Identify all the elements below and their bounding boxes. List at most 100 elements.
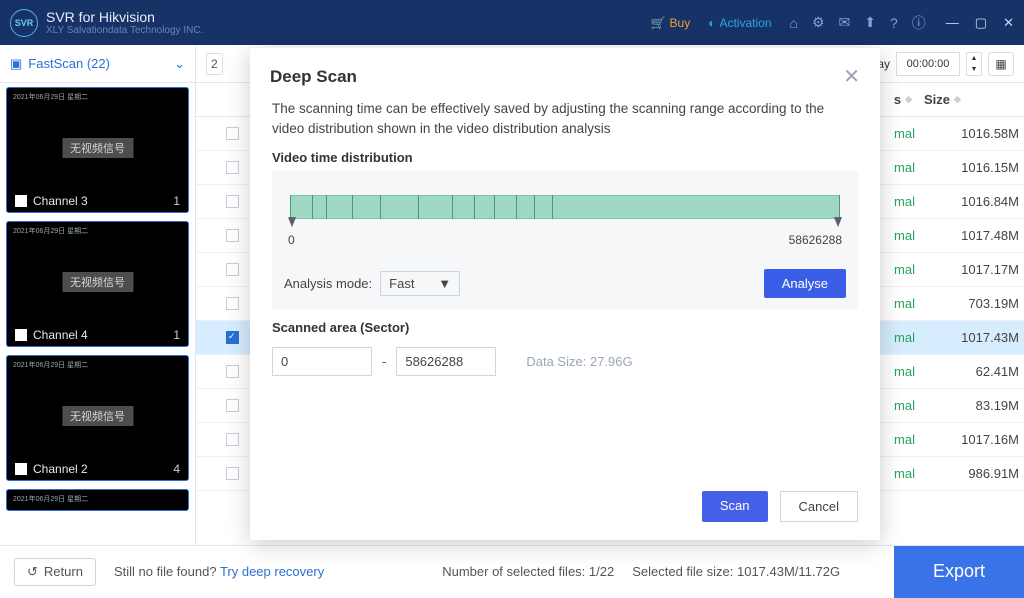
row-checkbox[interactable] <box>226 399 239 412</box>
analyse-button[interactable]: Analyse <box>764 269 846 298</box>
footer: ↺ Return Still no file found? Try deep r… <box>0 545 1024 597</box>
undo-icon: ↺ <box>27 564 38 580</box>
row-checkbox[interactable] <box>226 365 239 378</box>
activation-label: Activation <box>719 16 771 30</box>
scan-button[interactable]: Scan <box>702 491 768 522</box>
thumb-checkbox[interactable] <box>15 195 27 207</box>
row-checkbox[interactable] <box>226 127 239 140</box>
channel-index: 4 <box>173 462 180 476</box>
scan-from-input[interactable]: 0 <box>272 347 372 376</box>
export-button[interactable]: Export <box>894 546 1024 598</box>
thumb-timestamp: 2021年06月29日 星期二 <box>13 360 88 370</box>
channel-thumb[interactable]: 2021年06月29日 星期二 无视频信号 Channel 3 1 <box>6 87 189 213</box>
scan-icon: ▣ <box>10 56 22 72</box>
row-size: 1017.17M <box>939 262 1019 277</box>
row-checkbox[interactable] <box>226 331 239 344</box>
modal-close-button[interactable]: ✕ <box>843 64 860 89</box>
selected-count: Number of selected files: 1/22 <box>442 564 614 579</box>
row-status: mal <box>875 466 915 481</box>
channel-index: 1 <box>173 328 180 342</box>
titlebar: SVR SVR for Hikvision XLY Salvationdata … <box>0 0 1024 45</box>
row-checkbox[interactable] <box>226 263 239 276</box>
toolbar-icons: ⌂ ⚙ ✉ ⬆ ? ⓘ <box>790 13 926 33</box>
channel-thumb[interactable]: 2021年06月29日 星期二 无视频信号 Channel 2 4 <box>6 355 189 481</box>
range-start-handle[interactable] <box>288 217 296 227</box>
dropdown-icon: ▼ <box>438 276 451 291</box>
channel-label: Channel 3 <box>33 194 88 208</box>
try-deep-link[interactable]: Try deep recovery <box>220 564 324 579</box>
analysis-mode-select[interactable]: Fast ▼ <box>380 271 460 296</box>
row-checkbox[interactable] <box>226 297 239 310</box>
return-button[interactable]: ↺ Return <box>14 558 96 586</box>
mail-icon[interactable]: ✉ <box>839 14 851 31</box>
thumb-timestamp: 2021年06月29日 星期二 <box>13 494 88 504</box>
row-status: mal <box>875 364 915 379</box>
app-title-block: SVR for Hikvision XLY Salvationdata Tech… <box>46 9 203 36</box>
time-field[interactable]: 00:00:00 <box>896 52 960 76</box>
sort-icon[interactable]: ◆ <box>905 94 912 105</box>
modal-title: Deep Scan <box>270 67 357 87</box>
row-checkbox[interactable] <box>226 467 239 480</box>
row-size: 1016.15M <box>939 160 1019 175</box>
no-file-text: Still no file found? Try deep recovery <box>114 564 324 579</box>
row-checkbox[interactable] <box>226 195 239 208</box>
row-status: mal <box>875 262 915 277</box>
channel-label: Channel 4 <box>33 328 88 342</box>
thumb-footer: Channel 2 4 <box>7 458 188 480</box>
channel-label: Channel 2 <box>33 462 88 476</box>
thumb-timestamp: 2021年06月29日 星期二 <box>13 226 88 236</box>
row-size: 986.91M <box>939 466 1019 481</box>
help-icon[interactable]: ? <box>890 15 898 31</box>
calendar-icon[interactable]: ▦ <box>988 52 1014 76</box>
row-checkbox[interactable] <box>226 229 239 242</box>
no-signal-label: 无视频信号 <box>62 406 133 426</box>
distribution-track <box>290 195 840 219</box>
size-header[interactable]: Size <box>924 92 950 107</box>
activation-icon: ◐ <box>708 16 715 30</box>
row-checkbox[interactable] <box>226 161 239 174</box>
status-header[interactable]: s <box>894 92 901 107</box>
row-checkbox[interactable] <box>226 433 239 446</box>
distribution-panel: 0 58626288 Analysis mode: Fast ▼ Analyse <box>272 171 858 310</box>
row-status: mal <box>875 398 915 413</box>
range-end-label: 58626288 <box>789 233 842 247</box>
fastscan-label: FastScan (22) <box>28 56 110 71</box>
app-subtitle: XLY Salvationdata Technology INC. <box>46 25 203 36</box>
upload-icon[interactable]: ⬆ <box>864 14 876 31</box>
deep-scan-modal: Deep Scan ✕ The scanning time can be eff… <box>250 48 880 540</box>
modal-description: The scanning time can be effectively sav… <box>250 99 880 150</box>
scan-to-input[interactable]: 58626288 <box>396 347 496 376</box>
sort-icon[interactable]: ◆ <box>954 94 961 105</box>
scanned-area-row: 0 - 58626288 Data Size: 27.96G <box>250 341 880 376</box>
close-button[interactable]: ✕ <box>1003 15 1014 31</box>
row-status: mal <box>875 228 915 243</box>
thumb-checkbox[interactable] <box>15 329 27 341</box>
app-title: SVR for Hikvision <box>46 9 203 25</box>
maximize-button[interactable]: ▢ <box>975 15 987 31</box>
modal-footer: Scan Cancel <box>250 477 880 540</box>
analysis-mode-label: Analysis mode: <box>284 276 372 291</box>
filter-field[interactable]: 2 <box>206 53 223 75</box>
activation-link[interactable]: ◐ Activation <box>708 16 771 30</box>
info-icon[interactable]: ⓘ <box>912 13 926 33</box>
settings-icon[interactable]: ⚙ <box>812 14 825 31</box>
thumb-checkbox[interactable] <box>15 463 27 475</box>
range-end-handle[interactable] <box>834 217 842 227</box>
row-status: mal <box>875 296 915 311</box>
no-signal-label: 无视频信号 <box>62 272 133 292</box>
app-logo: SVR <box>10 9 38 37</box>
range-dash: - <box>382 354 386 369</box>
cart-icon: 🛒 <box>651 16 666 30</box>
minimize-button[interactable]: — <box>946 15 959 31</box>
channel-thumb[interactable]: 2021年06月29日 星期二 <box>6 489 189 511</box>
time-spinner[interactable]: ▲▼ <box>966 52 982 76</box>
thumb-timestamp: 2021年06月29日 星期二 <box>13 92 88 102</box>
fastscan-tab[interactable]: ▣ FastScan (22) ⌄ <box>0 45 195 83</box>
data-size-label: Data Size: 27.96G <box>526 354 632 369</box>
distribution-bar[interactable] <box>284 187 846 227</box>
buy-link[interactable]: 🛒 Buy <box>651 16 691 30</box>
row-size: 1017.16M <box>939 432 1019 447</box>
channel-thumb[interactable]: 2021年06月29日 星期二 无视频信号 Channel 4 1 <box>6 221 189 347</box>
cancel-button[interactable]: Cancel <box>780 491 858 522</box>
home-icon[interactable]: ⌂ <box>790 15 798 31</box>
